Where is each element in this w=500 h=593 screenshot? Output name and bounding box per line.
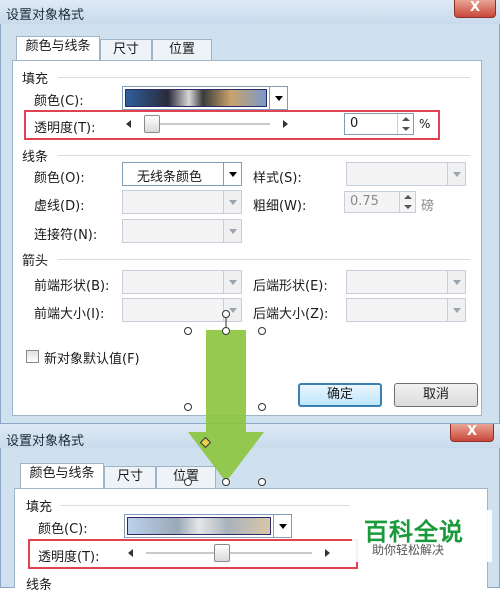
overlay [184, 310, 266, 486]
selection-handle[interactable] [258, 403, 266, 411]
selection-handle[interactable] [222, 310, 230, 318]
selection-handle[interactable] [222, 478, 230, 486]
selection-handle[interactable] [184, 327, 192, 335]
selection-handle[interactable] [184, 403, 192, 411]
selection-handle[interactable] [222, 327, 230, 335]
selection-handle[interactable] [258, 327, 266, 335]
arrow-down-icon [188, 330, 264, 482]
selection-handle[interactable] [258, 478, 266, 486]
selection-handle[interactable] [184, 478, 192, 486]
